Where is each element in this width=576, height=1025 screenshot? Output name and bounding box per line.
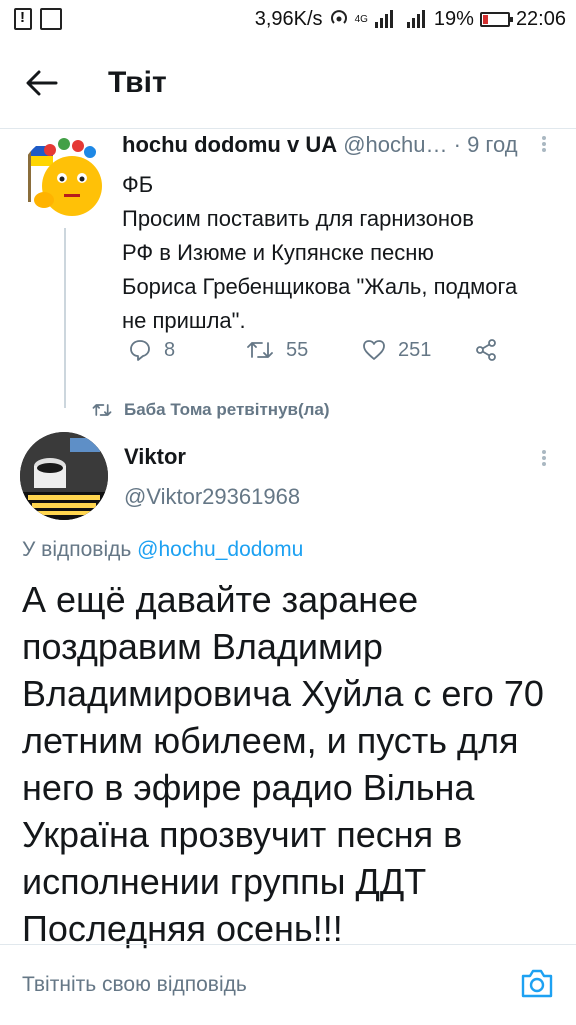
- replying-prefix: У відповідь: [22, 538, 132, 561]
- notification-icon: [14, 8, 32, 30]
- tweet-actions: 8 55 251: [128, 338, 498, 362]
- replying-to-link[interactable]: @hochu_dodomu: [137, 538, 303, 561]
- author-handle[interactable]: @Viktor29361968: [124, 484, 300, 510]
- battery-icon: [479, 11, 513, 27]
- reply-count: 8: [164, 338, 176, 361]
- avatar[interactable]: [20, 136, 108, 224]
- tweet-line: Бориса Гребенщикова "Жаль, подмога: [122, 274, 518, 299]
- tweet-text: ФБ Просим поставить для гарнизонов РФ в …: [122, 168, 542, 338]
- image-notification-icon: [40, 8, 62, 30]
- author-name[interactable]: Viktor: [124, 444, 186, 470]
- app-header: Твіт: [0, 38, 576, 128]
- reply-bar: Твітніть свою відповідь: [0, 944, 576, 1025]
- tweet-time: · 9 год: [453, 132, 518, 157]
- battery-level: [482, 14, 488, 24]
- signal-icon-2: [406, 10, 425, 28]
- reply-button[interactable]: 8: [128, 338, 246, 362]
- avatar-image: [28, 138, 102, 216]
- status-right: 3,96K/s 4G 19% 22:06: [255, 8, 566, 31]
- retweet-button[interactable]: 55: [246, 339, 362, 362]
- page-title: Твіт: [108, 66, 167, 99]
- status-bar: 3,96K/s 4G 19% 22:06: [0, 0, 576, 38]
- avatar-image: [20, 432, 108, 520]
- reply-icon: [130, 340, 150, 361]
- like-button[interactable]: 251: [362, 339, 474, 362]
- avatar[interactable]: [20, 432, 108, 520]
- thread-line: [64, 228, 66, 408]
- retweet-icon: [247, 342, 273, 358]
- heart-icon: [363, 340, 385, 360]
- author-name[interactable]: hochu dodomu v UA: [122, 132, 337, 157]
- camera-icon: [521, 969, 553, 998]
- tweet-line: РФ в Изюме и Купянске песню: [122, 240, 434, 265]
- tweet-line: Владимировича Хуйла с его 70: [22, 673, 544, 714]
- clock: 22:06: [515, 7, 566, 30]
- tweet-text: А ещё давайте заранее поздравим Владимир…: [22, 576, 562, 952]
- arrow-left-icon: [26, 70, 58, 96]
- share-button[interactable]: [474, 338, 498, 362]
- tweet-line: Україна прозвучит песня в: [22, 814, 463, 855]
- retweet-small-icon: [92, 404, 112, 416]
- tweet-line: летним юбилеем, и пусть для: [22, 720, 519, 761]
- retweet-context-label: Баба Тома ретвітнув(ла): [124, 400, 330, 419]
- status-left: [14, 8, 62, 30]
- back-button[interactable]: [22, 63, 62, 103]
- tweet-line: него в эфире радио Вільна: [22, 767, 475, 808]
- camera-button[interactable]: [520, 967, 554, 999]
- network-speed: 3,96K/s: [254, 7, 323, 30]
- signal-icon: [374, 10, 393, 28]
- author-handle[interactable]: @hochu…: [343, 132, 447, 157]
- battery-percent: 19%: [433, 7, 474, 30]
- tweet-line: исполнении группы ДДТ: [22, 861, 427, 902]
- replying-to: У відповідь @hochu_dodomu: [22, 538, 303, 562]
- retweet-context[interactable]: Баба Тома ретвітнув(ла): [92, 400, 330, 420]
- more-options-icon[interactable]: [536, 448, 552, 468]
- tweet-line: поздравим Владимир: [22, 626, 383, 667]
- tweet-line: А ещё давайте заранее: [22, 579, 419, 620]
- more-options-icon[interactable]: [536, 134, 552, 154]
- tweet-line: ФБ: [122, 172, 154, 197]
- header-divider: [0, 128, 576, 129]
- reply-input[interactable]: Твітніть свою відповідь: [22, 973, 247, 997]
- tweet-line: Просим поставить для гарнизонов: [122, 206, 474, 231]
- like-count: 251: [398, 338, 432, 361]
- retweet-count: 55: [286, 338, 309, 361]
- tweet-line: не пришла".: [122, 308, 246, 333]
- share-icon: [476, 339, 496, 361]
- network-type: 4G: [354, 13, 368, 25]
- tweet-header: hochu dodomu v UA @hochu… · 9 год: [122, 132, 542, 158]
- hotspot-icon: [330, 10, 347, 24]
